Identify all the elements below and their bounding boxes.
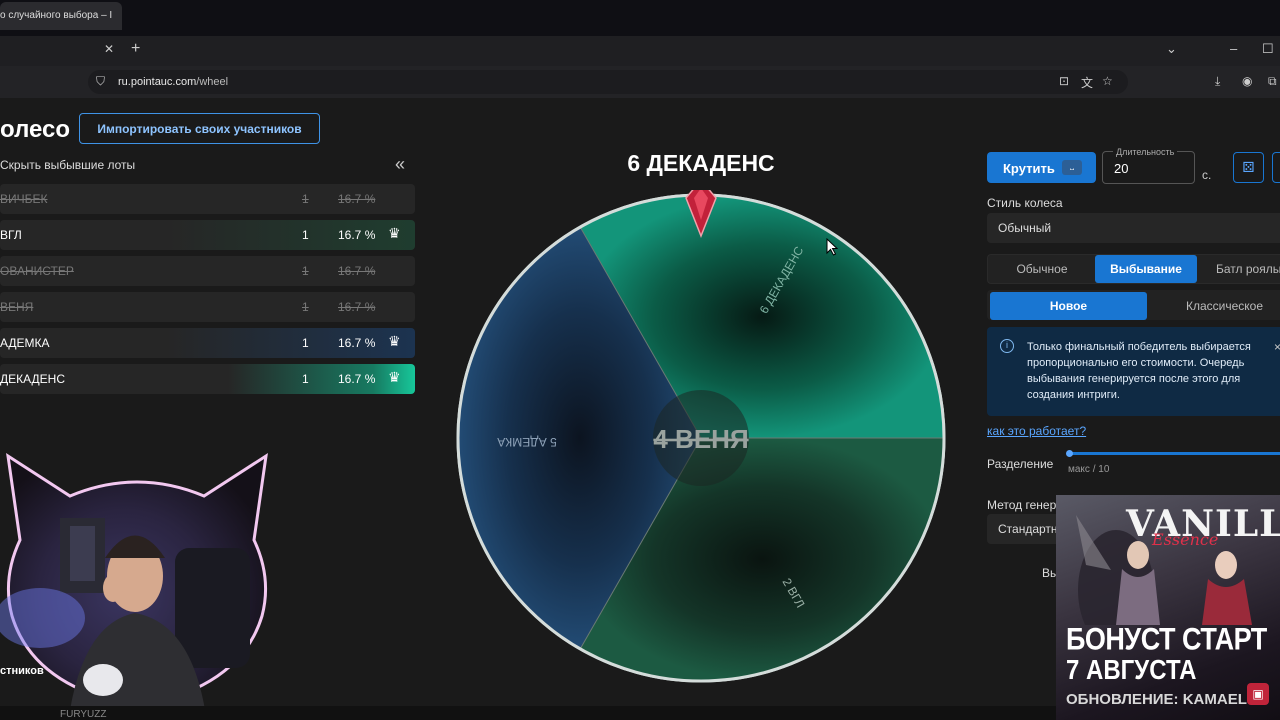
profile-icon[interactable]: ◉ xyxy=(1242,74,1252,88)
info-text: Только финальный победитель выбирается п… xyxy=(1027,341,1251,401)
hide-eliminated-toggle[interactable]: Скрыть выбывшие лоты xyxy=(0,158,135,172)
lot-name: ВЕНЯ xyxy=(0,300,34,314)
ad-badge-icon: ▣ xyxy=(1247,683,1269,705)
spin-hotkey-icon: ⎵ xyxy=(1062,160,1082,175)
maximize-icon[interactable]: ☐ xyxy=(1262,41,1274,57)
url-domain: ru.pointauc.com xyxy=(118,76,197,88)
tab-mode-battle-royale[interactable]: Батл роялы xyxy=(1203,255,1280,283)
lot-name: АДЕМКА xyxy=(0,336,50,350)
lot-row[interactable]: ВИЧБЕК 1 16.7 % xyxy=(0,184,415,214)
new-tab-icon[interactable]: + xyxy=(131,40,140,58)
ad-logo-sub: Essence xyxy=(1152,530,1219,549)
tab-list-chevron-icon[interactable]: ⌄ xyxy=(1166,41,1177,57)
os-top-strip xyxy=(0,0,1280,36)
lot-chance: 16.7 % xyxy=(338,192,376,206)
wheel-style-label: Стиль колеса xyxy=(987,196,1063,210)
mouse-cursor-icon xyxy=(826,238,838,256)
ad-update: ОБНОВЛЕНИЕ: KAMAEL xyxy=(1066,691,1247,708)
lot-amount: 1 xyxy=(302,264,309,278)
bottom-strip xyxy=(0,706,1056,720)
tab-mode-elimination[interactable]: Выбывание xyxy=(1095,255,1197,283)
split-label: Разделение xyxy=(987,457,1054,471)
page-title: олесо xyxy=(0,116,71,143)
lot-action-icon[interactable]: ♛ xyxy=(388,226,401,242)
split-hint: макс / 10 xyxy=(1068,464,1110,475)
lot-chance: 16.7 % xyxy=(338,300,376,314)
lot-amount: 1 xyxy=(302,300,309,314)
minimize-icon[interactable]: – xyxy=(1230,41,1237,56)
method-label: Метод генер xyxy=(987,498,1057,512)
bookmark-star-icon[interactable]: ☆ xyxy=(1102,74,1113,88)
tab-mode-normal[interactable]: Обычное xyxy=(993,255,1091,283)
method-select[interactable]: Стандартн xyxy=(987,514,1067,544)
duration-label: Длительность xyxy=(1113,147,1178,157)
lot-row[interactable]: ДЕКАДЕНС 1 16.7 % ♛ xyxy=(0,364,415,394)
lot-amount: 1 xyxy=(302,192,309,206)
winner-title: 6 ДЕКАДЕНС xyxy=(627,150,775,176)
url-field[interactable] xyxy=(88,70,1128,94)
download-icon[interactable]: ⤓ xyxy=(1215,74,1220,89)
split-slider[interactable] xyxy=(1069,452,1280,455)
tab-submode-classic[interactable]: Классическое xyxy=(1152,292,1280,320)
bottom-text: FURYUZZ xyxy=(60,709,107,720)
lot-chance: 16.7 % xyxy=(338,336,376,350)
dice-icon[interactable]: ⚄ xyxy=(1233,152,1264,183)
lot-chance: 16.7 % xyxy=(338,264,376,278)
duration-value[interactable]: 20 xyxy=(1114,161,1128,176)
wheel-style-select[interactable]: Обычный xyxy=(987,213,1280,243)
site-info-icon[interactable]: ⛉ xyxy=(96,74,105,89)
install-app-icon[interactable]: ⊡ xyxy=(1059,74,1069,88)
lot-amount: 1 xyxy=(302,228,309,242)
participants-label: стников xyxy=(0,665,44,677)
tab-submode-new[interactable]: Новое xyxy=(990,292,1147,320)
lot-action-icon[interactable]: ♛ xyxy=(388,334,401,350)
how-it-works-link[interactable]: как это работает? xyxy=(987,424,1086,438)
info-close-icon[interactable]: × xyxy=(1274,340,1280,354)
info-icon: i xyxy=(1000,339,1014,353)
lot-name: ВИЧБЕК xyxy=(0,192,48,206)
lot-name: ВГЛ xyxy=(0,228,22,242)
split-slider-thumb[interactable] xyxy=(1066,450,1073,457)
lot-row[interactable]: АДЕМКА 1 16.7 % ♛ xyxy=(0,328,415,358)
lot-row[interactable]: ВГЛ 1 16.7 % ♛ xyxy=(0,220,415,250)
url-text[interactable]: ru.pointauc.com/wheel xyxy=(118,76,228,88)
lot-name: ОВАНИСТЕР xyxy=(0,264,74,278)
extra-button[interactable] xyxy=(1272,152,1280,183)
duration-unit: с. xyxy=(1202,168,1212,182)
lot-row[interactable]: ВЕНЯ 1 16.7 % xyxy=(0,292,415,322)
lot-amount: 1 xyxy=(302,372,309,386)
collapse-panel-icon[interactable]: « xyxy=(395,154,405,175)
lot-amount: 1 xyxy=(302,336,309,350)
ad-date: 7 АВГУСТА xyxy=(1066,655,1197,687)
ad-headline: БОНУСТ СТАРТ xyxy=(1066,622,1267,657)
browser-tab[interactable]: о случайного выбора – I xyxy=(0,2,122,30)
lot-name: ДЕКАДЕНС xyxy=(0,372,65,386)
translate-icon[interactable]: 文 xyxy=(1081,74,1093,91)
tab-close-icon[interactable]: ✕ xyxy=(104,42,114,56)
url-path: /wheel xyxy=(196,76,229,88)
import-participants-button[interactable]: Импортировать своих участников xyxy=(79,113,320,144)
lot-chance: 16.7 % xyxy=(338,228,376,242)
lot-row[interactable]: ОВАНИСТЕР 1 16.7 % xyxy=(0,256,415,286)
spin-button-label: Крутить xyxy=(1003,161,1055,176)
lot-action-icon[interactable]: ♛ xyxy=(388,370,401,386)
extensions-icon[interactable]: ⧉ xyxy=(1268,74,1277,89)
tab-bar xyxy=(0,36,1280,66)
lot-chance: 16.7 % xyxy=(338,372,376,386)
wheel[interactable]: 6 ДЕКАДЕНС 2 ВГЛ 5 АДЕМКА 4 ВЕНЯ xyxy=(455,190,947,685)
wheel-center-text: 4 ВЕНЯ xyxy=(653,424,748,454)
tab-title: о случайного выбора – I xyxy=(0,10,113,21)
wheel-label-ademka: 5 АДЕМКА xyxy=(497,435,557,449)
